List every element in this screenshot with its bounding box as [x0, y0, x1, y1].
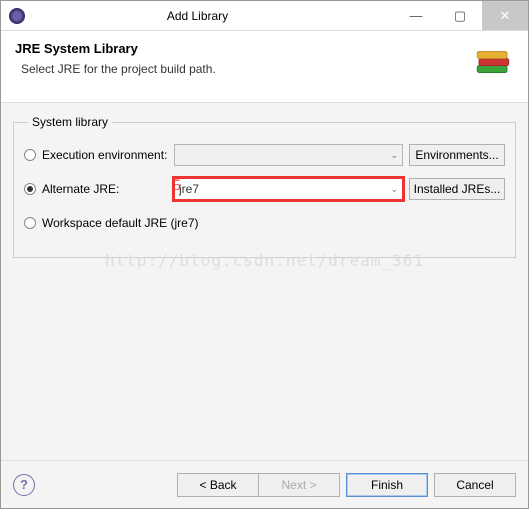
- header-text: JRE System Library Select JRE for the pr…: [15, 41, 216, 86]
- footer-buttons: < Back Next > Finish Cancel: [177, 473, 516, 497]
- close-button[interactable]: ✕: [482, 1, 528, 30]
- environments-button[interactable]: Environments...: [409, 144, 505, 166]
- radio-label-text: Alternate JRE:: [42, 182, 119, 196]
- row-workspace-default: Workspace default JRE (jre7): [24, 211, 505, 235]
- library-books-icon: [472, 41, 514, 86]
- content-area: System library Execution environment: ⌄ …: [1, 103, 528, 461]
- radio-exec-env[interactable]: Execution environment:: [24, 148, 174, 162]
- maximize-button[interactable]: ▢: [438, 1, 482, 30]
- dialog-header: JRE System Library Select JRE for the pr…: [1, 31, 528, 103]
- page-subtitle: Select JRE for the project build path.: [21, 62, 216, 76]
- radio-label-text: Workspace default JRE (jre7): [42, 216, 199, 230]
- group-legend: System library: [28, 115, 112, 129]
- help-icon[interactable]: ?: [13, 474, 35, 496]
- radio-label-text: Execution environment:: [42, 148, 167, 162]
- system-library-group: System library Execution environment: ⌄ …: [13, 115, 516, 258]
- row-alternate-jre: Alternate JRE: jre7 ⌄ Installed JREs...: [24, 177, 505, 201]
- page-title: JRE System Library: [15, 41, 216, 56]
- titlebar: Add Library — ▢ ✕: [1, 1, 528, 31]
- chevron-down-icon: ⌄: [390, 150, 398, 161]
- window-title: Add Library: [1, 9, 394, 23]
- cancel-button[interactable]: Cancel: [434, 473, 516, 497]
- back-button[interactable]: < Back: [177, 473, 259, 497]
- row-exec-env: Execution environment: ⌄ Environments...: [24, 143, 505, 167]
- alternate-jre-combo[interactable]: jre7 ⌄: [174, 178, 403, 200]
- footer: ? < Back Next > Finish Cancel: [1, 460, 528, 508]
- combo-value: jre7: [179, 182, 199, 196]
- installed-jres-button[interactable]: Installed JREs...: [409, 178, 505, 200]
- annotation-number: 5: [173, 177, 181, 195]
- chevron-down-icon: ⌄: [390, 184, 398, 195]
- minimize-button[interactable]: —: [394, 1, 438, 30]
- next-button: Next >: [258, 473, 340, 497]
- nav-button-group: < Back Next >: [177, 473, 340, 497]
- window-controls: — ▢ ✕: [394, 1, 528, 30]
- exec-env-combo[interactable]: ⌄: [174, 144, 403, 166]
- finish-button[interactable]: Finish: [346, 473, 428, 497]
- radio-alternate-jre[interactable]: Alternate JRE:: [24, 182, 174, 196]
- radio-workspace-default[interactable]: Workspace default JRE (jre7): [24, 216, 199, 230]
- radio-icon: [24, 183, 36, 195]
- radio-icon: [24, 217, 36, 229]
- radio-icon: [24, 149, 36, 161]
